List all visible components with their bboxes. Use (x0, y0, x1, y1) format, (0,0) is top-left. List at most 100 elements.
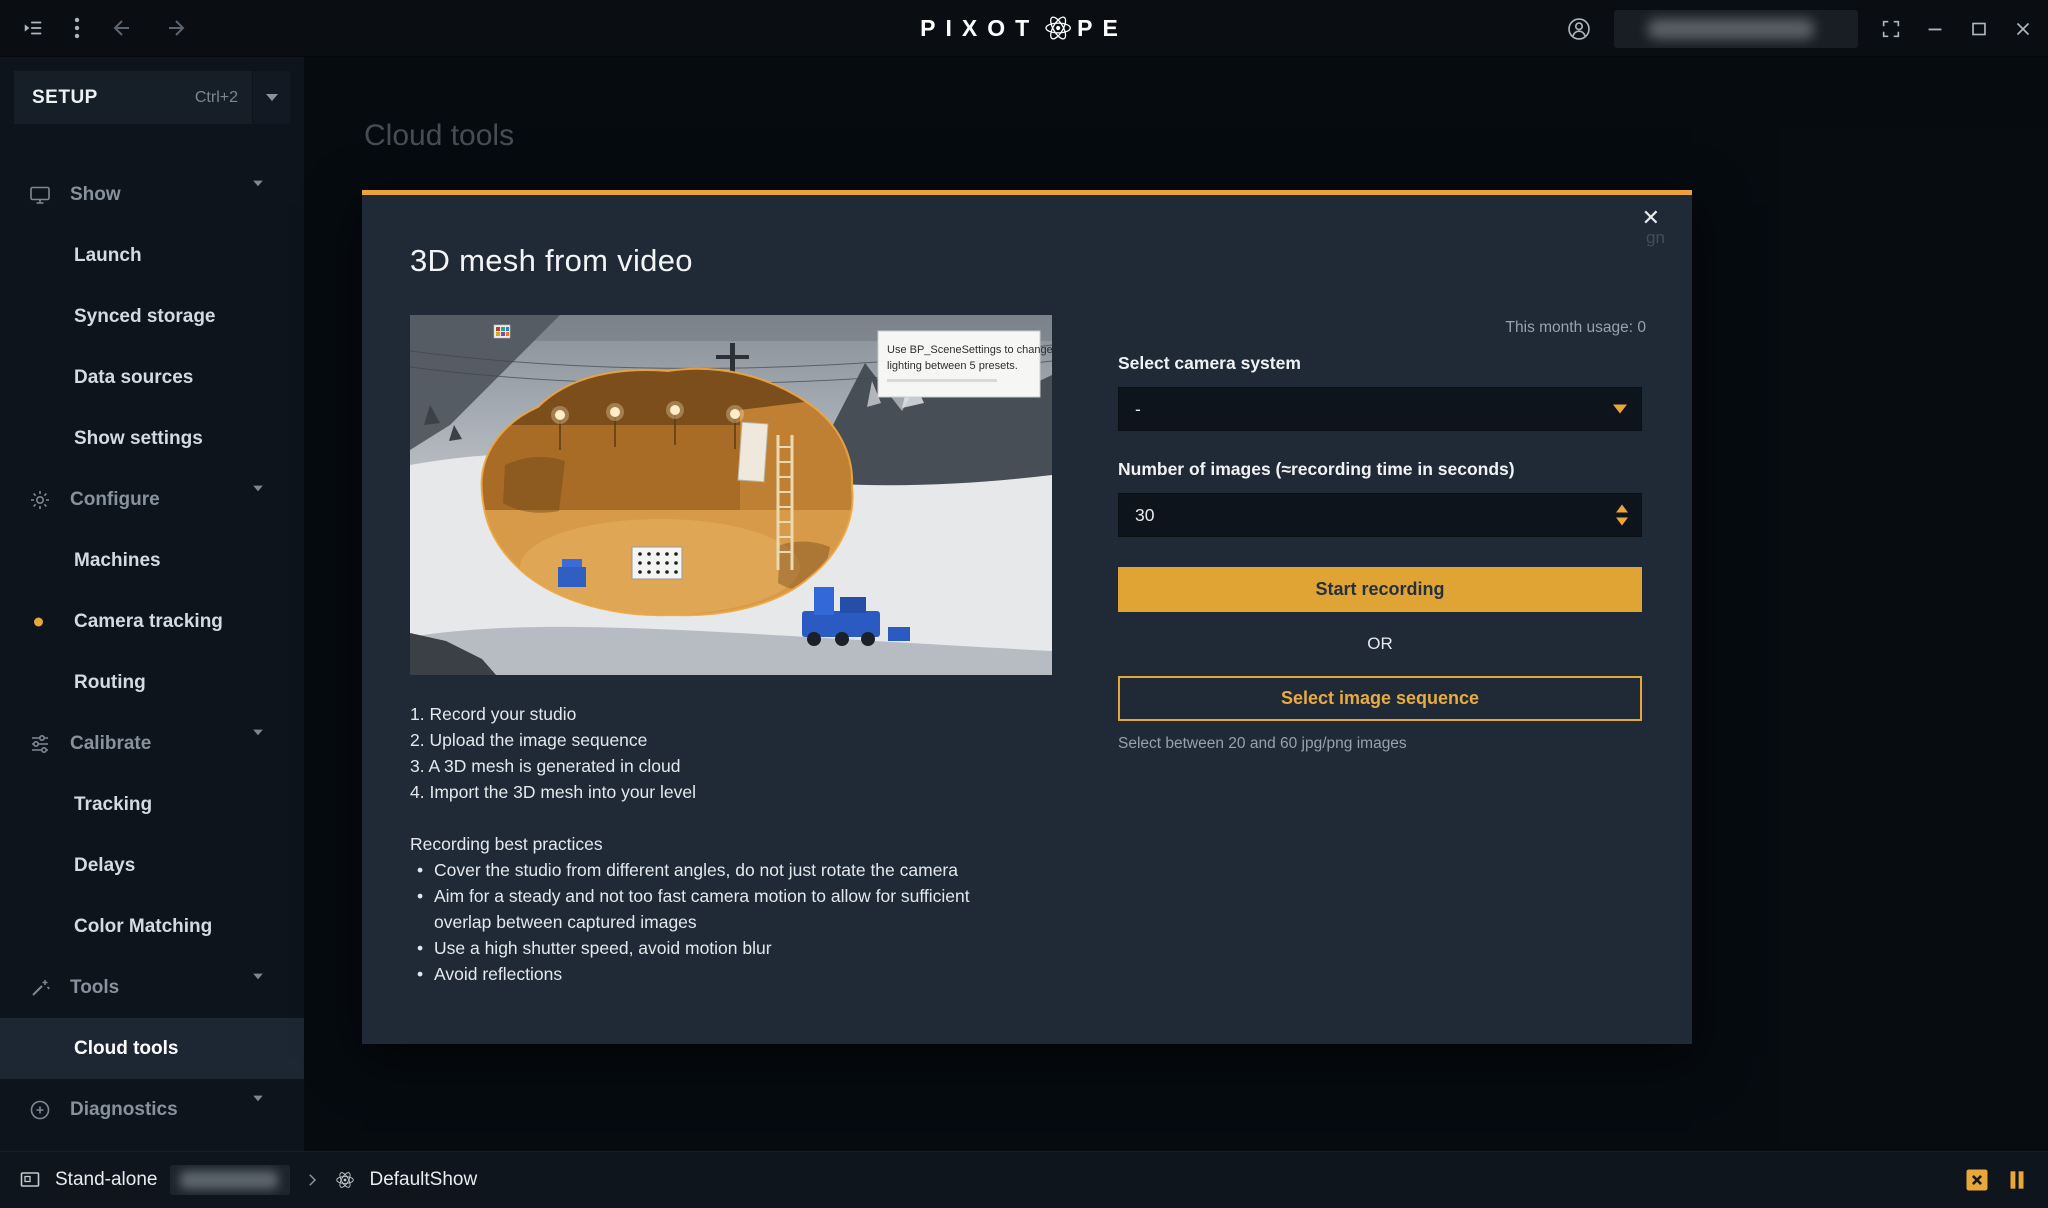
pixotope-logo: PIXOT PE (920, 13, 1128, 43)
top-bar: PIXOT PE (0, 0, 2048, 57)
close-window-icon[interactable] (2012, 18, 2034, 40)
machine-icon (18, 1168, 42, 1192)
fullscreen-icon[interactable] (1880, 18, 1902, 40)
chevron-down-icon (253, 1101, 263, 1119)
wand-icon (28, 976, 52, 1000)
number-stepper[interactable] (1616, 505, 1628, 526)
camera-system-value: - (1135, 399, 1141, 420)
best-practices-title: Recording best practices (410, 831, 1052, 857)
chevron-down-icon (253, 491, 263, 509)
sidebar-item-routing[interactable]: Routing (0, 652, 304, 713)
sidebar-item-label: Diagnostics (70, 1099, 178, 1121)
sidebar-item-calibrate[interactable]: Calibrate (0, 713, 304, 774)
account-icon[interactable] (1566, 16, 1592, 42)
sidebar-item-label: Routing (74, 672, 146, 694)
sidebar-item-show[interactable]: Show (0, 164, 304, 225)
sidebar-item-label: Data sources (74, 367, 193, 389)
collapse-sidebar-icon[interactable] (22, 17, 44, 39)
chevron-right-icon (303, 1171, 321, 1189)
num-images-input[interactable]: 30 (1118, 493, 1642, 537)
sidebar-item-color-matching[interactable]: Color Matching (0, 896, 304, 957)
dialog-close-icon[interactable]: ✕ (1642, 207, 1660, 229)
more-menu-icon[interactable] (74, 16, 80, 40)
sidebar-item-configure[interactable]: Configure (0, 469, 304, 530)
redacted-account-name (1614, 10, 1858, 48)
status-bar: Stand-alone DefaultShow (0, 1151, 2048, 1208)
stepper-up-icon[interactable] (1616, 505, 1628, 513)
setup-shortcut: Ctrl+2 (195, 89, 252, 107)
stepper-down-icon[interactable] (1616, 518, 1628, 526)
stop-show-icon[interactable] (1963, 1166, 1991, 1194)
show-name: DefaultShow (369, 1169, 477, 1191)
logo-text-right: PE (1077, 15, 1128, 42)
or-separator: OR (1118, 634, 1642, 654)
step-item: 3. A 3D mesh is generated in cloud (410, 753, 1052, 779)
best-practice-item: Avoid reflections (410, 961, 1002, 987)
sliders-icon (28, 732, 52, 756)
sidebar-item-data-sources[interactable]: Data sources (0, 347, 304, 408)
sidebar-item-label: Configure (70, 489, 160, 511)
scene-note-line1: Use BP_SceneSettings to change (887, 344, 1052, 356)
chevron-down-icon (253, 979, 263, 997)
sidebar-item-machines[interactable]: Machines (0, 530, 304, 591)
sidebar-nav: Show Launch Synced storage Data sources … (0, 164, 304, 1140)
redacted-machine-name (170, 1165, 290, 1195)
scene-note-line2: lighting between 5 presets. (887, 360, 1018, 372)
num-images-value: 30 (1135, 505, 1154, 526)
num-images-label: Number of images (≈recording time in sec… (1118, 459, 1642, 480)
sidebar-item-camera-tracking[interactable]: Camera tracking (0, 591, 304, 652)
logo-text-left: PIXOT (920, 15, 1039, 42)
sidebar-item-label: Launch (74, 245, 142, 267)
sidebar-item-label: Show (70, 184, 121, 206)
setup-mode-selector[interactable]: SETUP Ctrl+2 (14, 71, 290, 124)
camera-system-select[interactable]: - (1118, 387, 1642, 431)
studio-mesh-preview-image: Use BP_SceneSettings to change lighting … (410, 315, 1052, 675)
best-practice-item: Aim for a steady and not too fast camera… (410, 883, 1002, 935)
setup-chevron-icon[interactable] (252, 71, 290, 124)
minimize-icon[interactable] (1924, 18, 1946, 40)
sidebar-item-tracking[interactable]: Tracking (0, 774, 304, 835)
atom-icon (1043, 13, 1073, 43)
pixotope-window: PIXOT PE (0, 0, 2048, 1208)
select-image-sequence-button[interactable]: Select image sequence (1118, 676, 1642, 721)
start-recording-button[interactable]: Start recording (1118, 567, 1642, 612)
sidebar-item-label: Color Matching (74, 916, 212, 938)
sidebar-item-cloud-tools[interactable]: Cloud tools (0, 1018, 304, 1079)
best-practice-item: Use a high shutter speed, avoid motion b… (410, 935, 1002, 961)
sequence-helper-text: Select between 20 and 60 jpg/png images (1118, 735, 1642, 753)
status-dot-icon (34, 617, 43, 626)
workflow-steps: 1. Record your studio 2. Upload the imag… (410, 701, 1052, 805)
sidebar: SETUP Ctrl+2 Show Launch Synced storage … (0, 57, 304, 1151)
step-item: 4. Import the 3D mesh into your level (410, 779, 1052, 805)
sidebar-item-label: Tools (70, 977, 119, 999)
sidebar-item-tools[interactable]: Tools (0, 957, 304, 1018)
setup-label: SETUP (32, 87, 98, 109)
sidebar-item-delays[interactable]: Delays (0, 835, 304, 896)
sidebar-item-launch[interactable]: Launch (0, 225, 304, 286)
diagnostics-icon (28, 1098, 52, 1122)
sidebar-item-label: Show settings (74, 428, 203, 450)
sidebar-item-label: Machines (74, 550, 161, 572)
sidebar-item-label: Calibrate (70, 733, 151, 755)
nav-back-icon[interactable] (110, 16, 134, 40)
sidebar-item-label: Tracking (74, 794, 152, 816)
maximize-icon[interactable] (1968, 18, 1990, 40)
show-icon (28, 183, 52, 207)
show-atom-icon (334, 1169, 356, 1191)
sidebar-item-show-settings[interactable]: Show settings (0, 408, 304, 469)
step-item: 1. Record your studio (410, 701, 1052, 727)
chevron-down-icon (253, 186, 263, 204)
sidebar-item-diagnostics[interactable]: Diagnostics (0, 1079, 304, 1140)
chevron-down-icon (253, 735, 263, 753)
sidebar-item-label: Delays (74, 855, 135, 877)
dialog-title: 3D mesh from video (410, 243, 693, 279)
sidebar-item-label: Synced storage (74, 306, 216, 328)
nav-forward-icon[interactable] (164, 16, 188, 40)
sidebar-item-synced-storage[interactable]: Synced storage (0, 286, 304, 347)
mode-label: Stand-alone (55, 1169, 157, 1191)
gear-icon (28, 488, 52, 512)
camera-system-label: Select camera system (1118, 353, 1642, 374)
pause-show-icon[interactable] (2004, 1166, 2030, 1194)
chevron-down-icon (1613, 405, 1627, 414)
best-practice-item: Cover the studio from different angles, … (410, 857, 1002, 883)
